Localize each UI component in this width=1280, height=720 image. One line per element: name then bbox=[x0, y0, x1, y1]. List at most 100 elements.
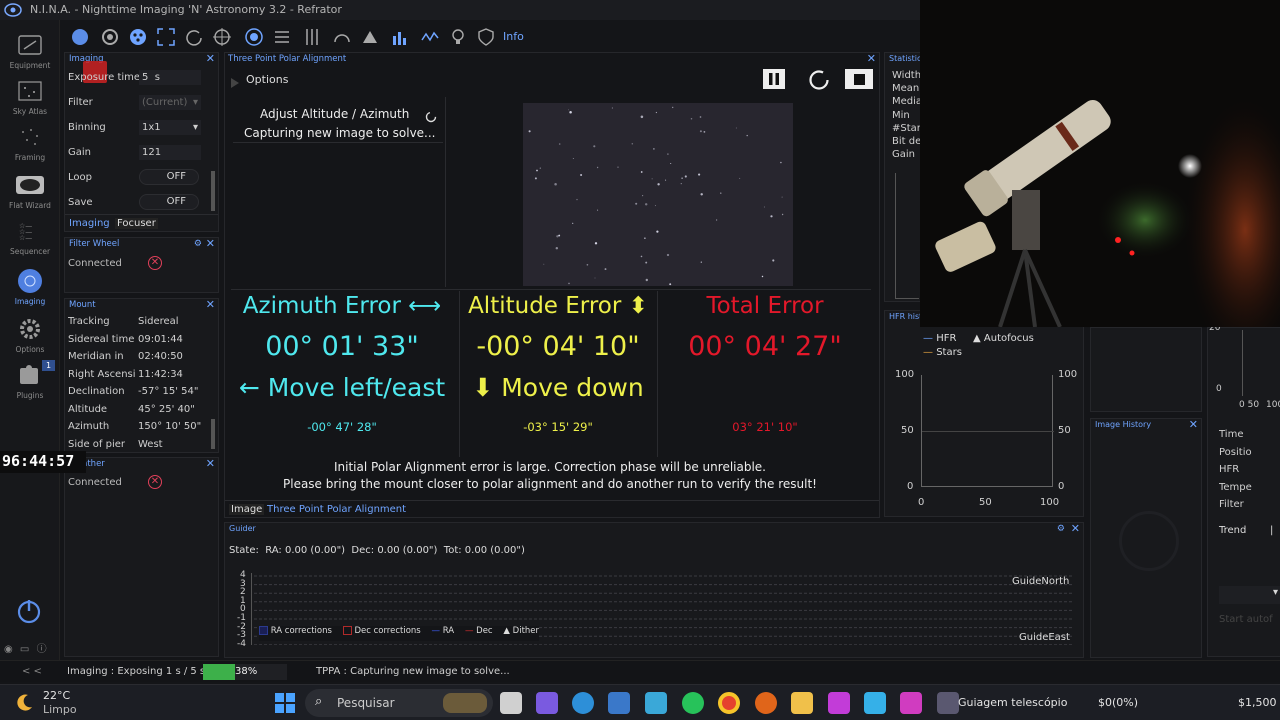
app-icon[interactable] bbox=[900, 692, 922, 714]
edge-icon[interactable] bbox=[572, 692, 594, 714]
target-icon[interactable] bbox=[244, 27, 264, 47]
sliders-icon[interactable] bbox=[302, 27, 322, 47]
star bbox=[635, 202, 638, 205]
tab-image[interactable]: Image bbox=[229, 504, 265, 515]
legend-swatch: — bbox=[923, 333, 933, 344]
azimuth-error-value: 00° 01' 33" bbox=[265, 331, 419, 362]
dome-icon[interactable] bbox=[332, 27, 352, 47]
weather-temp[interactable]: 22°C bbox=[43, 689, 70, 702]
connection-status: Connected bbox=[68, 258, 122, 269]
tab-focuser[interactable]: Focuser bbox=[115, 218, 158, 229]
focus-icon[interactable] bbox=[156, 27, 176, 47]
book-icon[interactable]: ▭ bbox=[20, 644, 29, 655]
close-icon[interactable]: ✕ bbox=[1189, 419, 1198, 431]
close-icon[interactable]: ✕ bbox=[1071, 523, 1080, 535]
nav-framing[interactable]: Framing bbox=[0, 124, 60, 162]
shield-icon[interactable] bbox=[476, 27, 496, 47]
exposure-unit: s bbox=[154, 72, 160, 83]
save-toggle[interactable]: OFF bbox=[139, 194, 199, 210]
star bbox=[772, 259, 775, 262]
y-tick-label: 100 bbox=[1058, 369, 1078, 380]
exposure-field[interactable]: 5 s bbox=[139, 70, 201, 85]
scrollbar[interactable] bbox=[211, 171, 215, 211]
collapse-button[interactable]: < < bbox=[22, 666, 42, 677]
info-icon[interactable]: ⓘ bbox=[37, 644, 47, 655]
imaging-dot-icon[interactable] bbox=[70, 27, 90, 47]
autofocus-select[interactable]: ▾ bbox=[1219, 586, 1280, 604]
camera-icon bbox=[15, 32, 45, 58]
info-toolbar-label[interactable]: Info bbox=[503, 30, 524, 43]
y-tick-label: 0 bbox=[1058, 481, 1065, 492]
nav-label: Equipment bbox=[9, 61, 51, 70]
histogram-icon[interactable] bbox=[390, 27, 410, 47]
filter-select[interactable]: (Current) ▾ bbox=[139, 95, 201, 110]
weather-icon[interactable] bbox=[360, 27, 380, 47]
bulb-icon[interactable] bbox=[448, 27, 468, 47]
focuser-label: Time bbox=[1219, 429, 1244, 440]
close-icon[interactable]: ✕ bbox=[206, 238, 215, 250]
app-icon[interactable] bbox=[828, 692, 850, 714]
crosshair-icon[interactable] bbox=[212, 27, 232, 47]
disconnect-icon[interactable]: ✕ bbox=[148, 256, 162, 270]
eye-icon[interactable]: ◉ bbox=[4, 644, 13, 655]
binning-select[interactable]: 1x1 ▾ bbox=[139, 120, 201, 135]
settings-icon[interactable]: ⚙ bbox=[1057, 523, 1065, 535]
close-icon[interactable]: ✕ bbox=[206, 458, 215, 470]
stop-button[interactable] bbox=[845, 69, 873, 89]
store-icon[interactable] bbox=[608, 692, 630, 714]
task-view-icon[interactable] bbox=[500, 692, 522, 714]
settings-icon[interactable]: ⚙ bbox=[194, 238, 202, 250]
rotator-icon[interactable] bbox=[184, 27, 204, 47]
nav-flat-wizard[interactable]: Flat Wizard bbox=[0, 172, 60, 210]
nav-options[interactable]: Options bbox=[0, 316, 60, 354]
taskbar-search[interactable]: ⌕ Pesquisar bbox=[305, 689, 493, 717]
chrome-icon[interactable] bbox=[718, 692, 740, 714]
folder-icon[interactable] bbox=[791, 692, 813, 714]
gain-field[interactable]: 121 bbox=[139, 145, 201, 160]
opera-icon[interactable] bbox=[755, 692, 777, 714]
scrollbar[interactable] bbox=[211, 419, 215, 449]
star bbox=[681, 177, 683, 179]
guide-graph-icon[interactable] bbox=[420, 27, 440, 47]
weather-panel: Weather ✕ Connected ✕ bbox=[64, 457, 219, 657]
loop-toggle[interactable]: OFF bbox=[139, 169, 199, 185]
nav-label: Imaging bbox=[14, 297, 46, 306]
nina-taskbar-icon[interactable] bbox=[937, 692, 959, 714]
nav-label: Sequencer bbox=[9, 247, 51, 256]
star-field-image[interactable] bbox=[523, 103, 793, 286]
tab-imaging[interactable]: Imaging bbox=[69, 218, 110, 229]
windows-start-icon[interactable] bbox=[275, 693, 295, 713]
close-icon[interactable]: ✕ bbox=[206, 53, 215, 65]
list-icon[interactable] bbox=[272, 27, 292, 47]
legend-autofocus: ▲ Autofocus bbox=[973, 333, 1034, 344]
star bbox=[680, 183, 682, 185]
start-autofocus-button[interactable]: Start autof bbox=[1219, 614, 1273, 625]
disconnect-icon[interactable]: ✕ bbox=[148, 475, 162, 489]
nav-imaging[interactable]: Imaging bbox=[0, 268, 60, 306]
tab-tppa[interactable]: Three Point Polar Alignment bbox=[267, 504, 406, 515]
power-icon[interactable] bbox=[16, 598, 42, 628]
copilot-icon[interactable] bbox=[536, 692, 558, 714]
filter-wheel-icon[interactable] bbox=[128, 27, 148, 47]
mount-row-value: 45° 25' 40" bbox=[138, 403, 195, 415]
whatsapp-icon[interactable] bbox=[682, 692, 704, 714]
play-icon[interactable] bbox=[231, 73, 239, 88]
weather-desc[interactable]: Limpo bbox=[43, 703, 77, 716]
vpn-icon[interactable] bbox=[645, 692, 667, 714]
pause-button[interactable] bbox=[763, 69, 785, 89]
imaging-toolbar: Info bbox=[62, 24, 920, 50]
x-tick-label: 0 bbox=[918, 497, 925, 508]
star bbox=[656, 230, 659, 233]
close-icon[interactable]: ✕ bbox=[867, 53, 876, 65]
nav-sequencer[interactable]: ☆— ☆— ☆— Sequencer bbox=[0, 218, 60, 256]
active-app-label[interactable]: Guiagem telescópio bbox=[958, 696, 1067, 709]
star bbox=[644, 237, 646, 239]
close-icon[interactable]: ✕ bbox=[206, 299, 215, 311]
aperture-icon[interactable] bbox=[100, 27, 120, 47]
app-icon[interactable] bbox=[864, 692, 886, 714]
nav-sky-atlas[interactable]: Sky Atlas bbox=[0, 78, 60, 116]
nav-equipment[interactable]: Equipment bbox=[0, 32, 60, 70]
nav-plugins[interactable]: Plugins 1 bbox=[0, 360, 60, 400]
star bbox=[586, 263, 589, 266]
options-expander[interactable]: Options bbox=[246, 73, 288, 86]
